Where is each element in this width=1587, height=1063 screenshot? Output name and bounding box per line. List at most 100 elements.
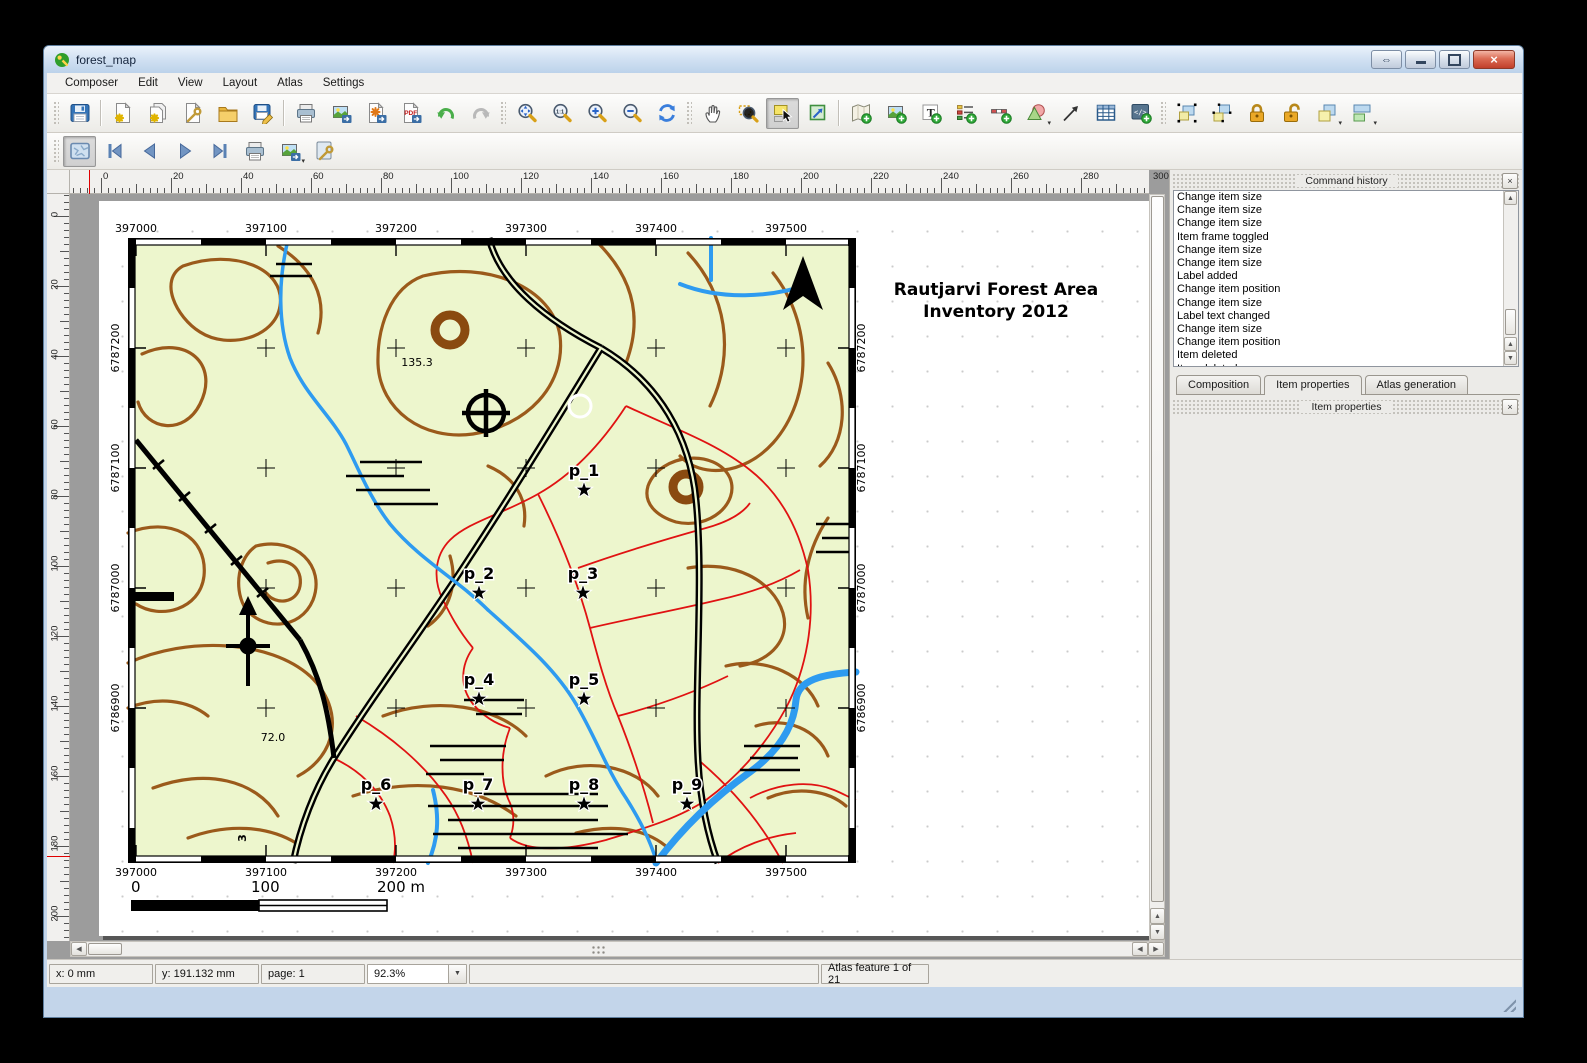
select-move-item-button[interactable] xyxy=(766,98,799,129)
undo-button[interactable] xyxy=(429,98,462,129)
export-atlas-image-button[interactable]: ▾ xyxy=(273,136,306,167)
export-pdf-button[interactable]: PDF xyxy=(394,98,427,129)
scroll-right-button[interactable]: ▶ xyxy=(1148,942,1164,956)
splitter-handle[interactable] xyxy=(591,945,607,954)
atlas-settings-button[interactable] xyxy=(308,136,341,167)
command-history-item[interactable]: Change item size xyxy=(1174,217,1518,230)
scroll-up-button[interactable]: ▲ xyxy=(1504,191,1517,205)
command-history-item[interactable]: Label text changed xyxy=(1174,310,1518,323)
new-composition-button[interactable] xyxy=(106,98,139,129)
atlas-previous-feature-button[interactable] xyxy=(133,136,166,167)
export-svg-button[interactable] xyxy=(359,98,392,129)
print-button[interactable] xyxy=(289,98,322,129)
add-scalebar-button[interactable] xyxy=(984,98,1017,129)
raise-items-button[interactable]: ▾ xyxy=(1310,98,1343,129)
zoom-actual-button[interactable]: 1:1 xyxy=(545,98,578,129)
command-history-item[interactable]: Change item size xyxy=(1174,323,1518,336)
move-item-content-button[interactable] xyxy=(801,98,834,129)
atlas-last-feature-button[interactable] xyxy=(203,136,236,167)
command-history-item[interactable]: Change item size xyxy=(1174,297,1518,310)
load-template-button[interactable] xyxy=(211,98,244,129)
save-as-template-button[interactable] xyxy=(246,98,279,129)
canvas-horizontal-scrollbar[interactable]: ◀ ◀ ▶ xyxy=(70,941,1165,957)
tab-composition[interactable]: Composition xyxy=(1176,375,1261,394)
scroll-down-button[interactable]: ▼ xyxy=(1150,924,1165,940)
atlas-first-feature-button[interactable] xyxy=(98,136,131,167)
close-icon[interactable]: × xyxy=(1502,399,1518,415)
add-arrow-button[interactable] xyxy=(1054,98,1087,129)
scroll-up-button-2[interactable]: ▲ xyxy=(1504,337,1517,351)
scroll-left-button[interactable]: ◀ xyxy=(71,942,87,956)
resize-toggle-button[interactable]: ⇔ xyxy=(1371,50,1402,69)
zoom-full-button[interactable] xyxy=(510,98,543,129)
dropdown-arrow-icon[interactable]: ▾ xyxy=(301,157,305,165)
align-items-button[interactable]: ▾ xyxy=(1345,98,1378,129)
title-bar[interactable]: forest_map ⇔× xyxy=(44,46,1523,73)
add-shape-button[interactable]: ▾ xyxy=(1019,98,1052,129)
zoom-region-button[interactable] xyxy=(731,98,764,129)
command-history-item[interactable]: Change item position xyxy=(1174,283,1518,296)
item-properties-header[interactable]: Item properties × xyxy=(1172,399,1521,415)
add-image-button[interactable] xyxy=(879,98,912,129)
minimize-button[interactable] xyxy=(1405,50,1436,69)
scroll-left-button-2[interactable]: ◀ xyxy=(1132,942,1148,956)
add-label-button[interactable]: T xyxy=(914,98,947,129)
toolbar-grip[interactable] xyxy=(52,100,59,126)
close-button[interactable]: × xyxy=(1473,50,1515,69)
redo-button[interactable] xyxy=(464,98,497,129)
toolbar-grip[interactable] xyxy=(1159,100,1166,126)
dropdown-arrow-icon[interactable]: ▾ xyxy=(1047,119,1051,127)
preview-atlas-button[interactable] xyxy=(63,136,96,167)
pan-button[interactable] xyxy=(696,98,729,129)
menu-composer[interactable]: Composer xyxy=(55,74,128,92)
menu-layout[interactable]: Layout xyxy=(213,74,268,92)
zoom-out-button[interactable] xyxy=(615,98,648,129)
dropdown-arrow-icon[interactable]: ▾ xyxy=(1338,119,1342,127)
tab-atlas-generation[interactable]: Atlas generation xyxy=(1365,375,1469,394)
close-icon[interactable]: × xyxy=(1502,173,1518,189)
command-history-list[interactable]: Change item sizeChange item sizeChange i… xyxy=(1173,190,1519,367)
toolbar-grip[interactable] xyxy=(52,138,59,164)
toolbar-grip[interactable] xyxy=(685,100,692,126)
add-new-map-button[interactable] xyxy=(844,98,877,129)
toolbar-grip[interactable] xyxy=(499,100,506,126)
chevron-down-icon[interactable]: ▼ xyxy=(448,965,466,983)
composer-canvas[interactable]: 3970003970003971003971003972003972003973… xyxy=(70,194,1149,941)
unlock-items-button[interactable] xyxy=(1275,98,1308,129)
paper-sheet[interactable]: 3970003970003971003971003972003972003973… xyxy=(99,201,1149,936)
composer-manager-button[interactable] xyxy=(176,98,209,129)
menu-view[interactable]: View xyxy=(168,74,213,92)
command-history-scrollbar[interactable]: ▲ ▲ ▼ xyxy=(1503,191,1518,366)
tab-item-properties[interactable]: Item properties xyxy=(1264,375,1361,395)
scroll-up-button[interactable]: ▲ xyxy=(1150,908,1165,924)
maximize-button[interactable] xyxy=(1439,50,1470,69)
canvas-vertical-scrollbar[interactable]: ▲ ▼ xyxy=(1149,194,1165,941)
lock-items-button[interactable] xyxy=(1240,98,1273,129)
command-history-item[interactable]: Item deleted xyxy=(1174,349,1518,362)
refresh-view-button[interactable] xyxy=(650,98,683,129)
export-image-button[interactable] xyxy=(324,98,357,129)
resize-grip[interactable] xyxy=(1499,995,1516,1012)
menu-atlas[interactable]: Atlas xyxy=(267,74,313,92)
command-history-header[interactable]: Command history × xyxy=(1172,173,1521,189)
menu-settings[interactable]: Settings xyxy=(313,74,375,92)
map-title-label[interactable]: Rautjarvi Forest Area Inventory 2012 xyxy=(861,279,1131,323)
menu-edit[interactable]: Edit xyxy=(128,74,168,92)
command-history-item[interactable]: Change item size xyxy=(1174,191,1518,204)
command-history-item[interactable]: Label added xyxy=(1174,270,1518,283)
ungroup-items-button[interactable] xyxy=(1205,98,1238,129)
dropdown-arrow-icon[interactable]: ▾ xyxy=(1373,119,1377,127)
status-zoom-level[interactable]: 92.3%▼ xyxy=(367,964,467,984)
command-history-item[interactable]: Change item size xyxy=(1174,244,1518,257)
scroll-down-button[interactable]: ▼ xyxy=(1504,351,1517,365)
print-atlas-button[interactable] xyxy=(238,136,271,167)
command-history-item[interactable]: Item frame toggled xyxy=(1174,231,1518,244)
add-attribute-table-button[interactable] xyxy=(1089,98,1122,129)
command-history-item[interactable]: Item deleted xyxy=(1174,363,1518,367)
zoom-in-button[interactable] xyxy=(580,98,613,129)
command-history-item[interactable]: Change item size xyxy=(1174,257,1518,270)
add-legend-button[interactable] xyxy=(949,98,982,129)
group-items-button[interactable] xyxy=(1170,98,1203,129)
map-item[interactable]: 3970003970003971003971003972003972003973… xyxy=(98,220,886,888)
save-project-button[interactable] xyxy=(63,98,96,129)
